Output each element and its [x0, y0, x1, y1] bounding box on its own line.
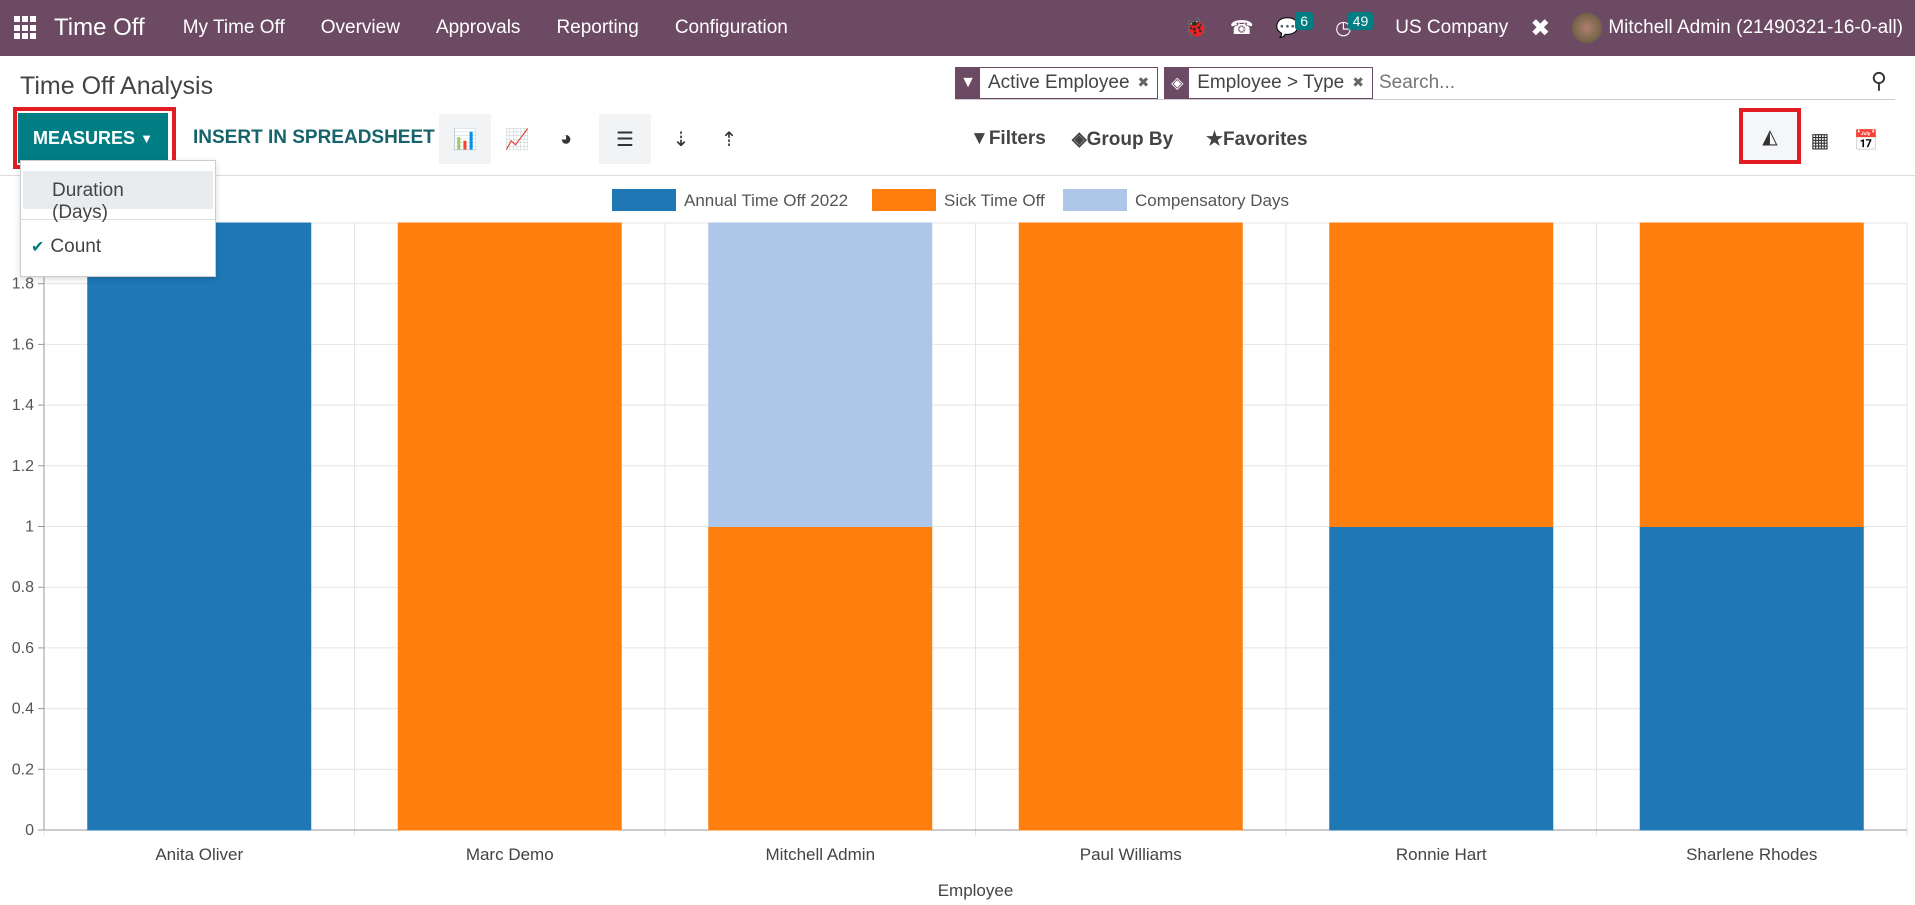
bar-annual-time-off-2022 — [87, 222, 312, 831]
sort-desc-icon: ⇣ — [672, 128, 690, 151]
top-navbar: Time Off My Time Off Overview Approvals … — [0, 0, 1915, 56]
search-icon[interactable]: ⚲ — [1871, 68, 1887, 94]
star-icon: ★ — [1206, 129, 1224, 150]
close-icon[interactable]: ✖ — [1352, 74, 1364, 91]
graph-view-button[interactable]: ◭ — [1739, 108, 1801, 164]
bar-annual-time-off-2022 — [1639, 526, 1864, 831]
user-menu[interactable]: Mitchell Admin (21490321-16-0-all) — [1572, 13, 1903, 43]
y-tick-label: 1 — [25, 519, 34, 536]
legend-swatch — [612, 189, 676, 211]
layers-icon: ◈ — [1165, 67, 1190, 98]
pivot-view-button[interactable]: ▦ — [1800, 118, 1840, 162]
legend-label: Annual Time Off 2022 — [684, 191, 848, 210]
favorites-button[interactable]: ★Favorites — [1206, 128, 1308, 151]
avatar — [1572, 13, 1603, 43]
user-name: Mitchell Admin (21490321-16-0-all) — [1608, 17, 1903, 39]
bar-sick-time-off — [708, 526, 933, 831]
activities-badge: 49 — [1347, 11, 1374, 30]
x-tick-label: Anita Oliver — [155, 845, 243, 864]
y-tick-label: 1.2 — [12, 458, 34, 475]
menu-overview[interactable]: Overview — [321, 17, 400, 39]
measures-dropdown: Duration (Days) ✔ Count — [20, 160, 216, 277]
measure-duration-days[interactable]: Duration (Days) — [23, 171, 213, 223]
favorites-label: Favorites — [1223, 129, 1308, 150]
bar-chart-icon: 📊 — [452, 128, 478, 151]
x-tick-label: Mitchell Admin — [765, 845, 875, 864]
area-chart-icon: ◭ — [1762, 125, 1778, 148]
measure-label: Count — [50, 236, 102, 257]
group-by-label: Group By — [1086, 129, 1174, 150]
facet-label: Employee > Type — [1197, 71, 1345, 93]
search-facet: ◈ Employee > Type ✖ — [1164, 66, 1373, 99]
filter-icon: ▼ — [970, 128, 989, 149]
filters-label: Filters — [988, 128, 1046, 149]
y-tick-label: 1.4 — [12, 397, 34, 414]
search-input[interactable] — [1378, 71, 1895, 94]
database-icon: ☰ — [616, 128, 634, 151]
y-tick-label: 0.6 — [12, 640, 34, 657]
bar-sick-time-off — [1018, 222, 1243, 831]
bar-sick-time-off — [1639, 222, 1864, 527]
tools-icon[interactable]: ✖ — [1530, 14, 1550, 43]
calendar-icon: 📅 — [1853, 129, 1879, 152]
filter-icon: ▼ — [956, 67, 980, 98]
menu-approvals[interactable]: Approvals — [436, 17, 521, 39]
line-chart-icon: 📈 — [504, 128, 530, 151]
x-axis-label: Employee — [938, 881, 1014, 900]
phone-icon[interactable]: ☎ — [1230, 17, 1254, 40]
debug-bug-icon[interactable]: 🐞 — [1184, 16, 1208, 40]
calendar-view-button[interactable]: 📅 — [1846, 118, 1886, 162]
legend-swatch — [872, 189, 936, 211]
y-tick-label: 0.4 — [12, 701, 34, 718]
menu-configuration[interactable]: Configuration — [675, 17, 788, 39]
y-tick-label: 1.6 — [12, 336, 34, 353]
legend-label: Compensatory Days — [1135, 191, 1289, 210]
bar-chart: 0 0.2 0.4 0.6 0.8 1 1.2 1.4 1.6 1.8 Anita Oliver Ma… — [12, 189, 1908, 900]
x-tick-label: Sharlene Rhodes — [1686, 845, 1817, 864]
search-bar: ▼ Active Employee ✖ ◈ Employee > Type ✖ ⚲ — [955, 66, 1895, 100]
line-chart-button[interactable]: 📈 — [491, 114, 543, 164]
bar-sick-time-off — [1329, 222, 1554, 527]
stacked-button[interactable]: ☰ — [599, 114, 651, 164]
activities-button[interactable]: ◷49 — [1335, 11, 1374, 40]
bar-annual-time-off-2022 — [1329, 526, 1554, 831]
x-tick-label: Paul Williams — [1080, 845, 1182, 864]
menu-reporting[interactable]: Reporting — [556, 17, 638, 39]
company-switcher[interactable]: US Company — [1395, 17, 1508, 39]
bar-chart-button[interactable]: 📊 — [439, 114, 491, 164]
bar-compensatory-days — [708, 222, 933, 527]
legend-label: Sick Time Off — [944, 191, 1045, 210]
x-tick-label: Marc Demo — [466, 845, 554, 864]
search-facet: ▼ Active Employee ✖ — [955, 66, 1159, 99]
legend-swatch — [1063, 189, 1127, 211]
pie-chart-icon: ◕ — [559, 127, 573, 150]
messages-button[interactable]: 💬6 — [1276, 12, 1314, 40]
close-icon[interactable]: ✖ — [1138, 74, 1150, 91]
group-by-button[interactable]: ◈Group By — [1072, 128, 1173, 151]
measure-count[interactable]: ✔ Count — [21, 230, 215, 264]
x-tick-label: Ronnie Hart — [1396, 845, 1487, 864]
menu-my-time-off[interactable]: My Time Off — [183, 17, 285, 39]
sort-descending-button[interactable]: ⇣ — [655, 114, 707, 164]
facet-label: Active Employee — [988, 71, 1130, 93]
app-title[interactable]: Time Off — [54, 14, 145, 42]
sort-ascending-button[interactable]: ⇡ — [703, 114, 755, 164]
messages-badge: 6 — [1295, 12, 1314, 30]
sort-asc-icon: ⇡ — [720, 128, 738, 151]
y-tick-label: 0.8 — [12, 579, 34, 596]
page-title: Time Off Analysis — [20, 72, 214, 100]
y-tick-label: 1.8 — [12, 276, 34, 293]
y-tick-label: 0 — [25, 822, 34, 839]
divider — [21, 219, 215, 220]
check-icon: ✔ — [31, 239, 45, 256]
pie-chart-button[interactable]: ◕ — [540, 114, 592, 164]
app-menu-icon[interactable] — [14, 16, 38, 40]
layers-icon: ◈ — [1072, 129, 1087, 150]
insert-spreadsheet-button[interactable]: INSERT IN SPREADSHEET — [193, 127, 435, 149]
table-icon: ▦ — [1810, 129, 1830, 152]
y-tick-label: 0.2 — [12, 761, 34, 778]
bar-sick-time-off — [397, 222, 622, 831]
filters-button[interactable]: ▼Filters — [970, 128, 1046, 150]
